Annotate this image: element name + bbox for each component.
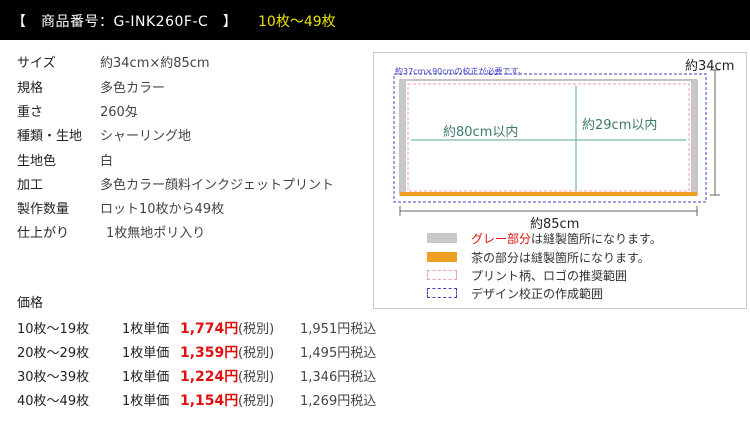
quantity-range-label: 10枚〜49枚: [258, 14, 336, 30]
spec-value-size: 約34cm×約85cm: [100, 56, 210, 71]
price-tax-included: 1,346円税込: [300, 370, 377, 385]
spec-value-standard: 多色カラー: [100, 81, 166, 96]
price-range: 40枚〜49枚: [17, 394, 90, 409]
spec-label-size: サイズ: [17, 56, 56, 71]
print-height-label: 約29cm以内: [582, 118, 658, 133]
spec-value-quantity: ロット10枚から49枚: [100, 202, 225, 217]
legend-orange-seam: 茶の部分は縫製箇所になります。: [427, 249, 727, 267]
price-row: 30枚〜39枚 1枚単価 1,224円 (税別) 1,346円税込: [17, 366, 437, 386]
unit-price-label: 1枚単価: [122, 394, 170, 409]
legend-gray-seam: グレー部分は縫製箇所になります。: [427, 230, 727, 248]
proof-note: 約37cm×90cmの校正が必要です。: [395, 67, 526, 76]
price-tax-included: 1,269円税込: [300, 394, 377, 409]
price-row: 40枚〜49枚 1枚単価 1,154円 (税別) 1,269円税込: [17, 390, 437, 410]
spec-value-finish: 1枚無地ポリ入り: [106, 226, 206, 241]
legend-proof-area: デザイン校正の作成範囲: [427, 285, 727, 303]
orange-swatch: [427, 252, 457, 262]
spec-value-fabric: シャーリング地: [100, 129, 192, 144]
price-tax-excluded: 1,359円: [180, 345, 239, 361]
gray-seam-left: [400, 80, 406, 195]
price-tax-included: 1,495円税込: [300, 346, 377, 361]
spec-label-processing: 加工: [17, 178, 44, 193]
tax-excluded-note: (税別): [238, 322, 275, 337]
tax-excluded-note: (税別): [238, 394, 275, 409]
size-diagram-panel: 約37cm×90cmの校正が必要です。 約34cm 約80cm以内 約29cm以…: [373, 52, 747, 309]
print-width-label: 約80cm以内: [443, 125, 519, 140]
price-range: 10枚〜19枚: [17, 322, 90, 337]
spec-label-standard: 規格: [17, 81, 44, 96]
price-range: 30枚〜39枚: [17, 370, 90, 385]
spec-label-fabric: 種類・生地: [17, 129, 83, 144]
unit-price-label: 1枚単価: [122, 370, 170, 385]
pink-dashed-swatch: [427, 270, 457, 280]
gray-swatch: [427, 233, 457, 243]
height-label: 約34cm: [685, 59, 735, 74]
price-tax-excluded: 1,154円: [180, 393, 239, 409]
spec-value-processing: 多色カラー顔料インクジェットプリント: [100, 178, 335, 193]
product-number-title: 【 商品番号：G-INK260F-C 】: [12, 14, 238, 30]
towel-diagram: [393, 69, 720, 216]
tax-excluded-note: (税別): [238, 370, 275, 385]
legend-proof-text: デザイン校正の作成範囲: [471, 287, 604, 301]
legend-gray-highlight: グレー部分: [471, 232, 532, 246]
blue-dashed-swatch: [427, 288, 457, 298]
legend-orange-text: 茶の部分は縫製箇所になります。: [471, 251, 650, 265]
price-range: 20枚〜29枚: [17, 346, 90, 361]
tax-excluded-note: (税別): [238, 346, 275, 361]
price-heading: 価格: [17, 296, 44, 311]
unit-price-label: 1枚単価: [122, 322, 170, 337]
spec-label-quantity: 製作数量: [17, 202, 70, 217]
unit-price-label: 1枚単価: [122, 346, 170, 361]
product-header: 【 商品番号：G-INK260F-C 】 10枚〜49枚: [0, 0, 750, 40]
spec-label-fabric-color: 生地色: [17, 154, 57, 169]
price-tax-excluded: 1,774円: [180, 321, 239, 337]
price-tax-included: 1,951円税込: [300, 322, 377, 337]
price-tax-excluded: 1,224円: [180, 369, 239, 385]
legend-gray-text: は縫製箇所になります。: [531, 232, 662, 246]
orange-seam-bottom: [400, 192, 697, 196]
spec-value-weight: 260匁: [100, 105, 138, 120]
price-row: 20枚〜29枚 1枚単価 1,359円 (税別) 1,495円税込: [17, 342, 437, 362]
gray-seam-right: [691, 80, 697, 195]
price-row: 10枚〜19枚 1枚単価 1,774円 (税別) 1,951円税込: [17, 318, 437, 338]
spec-label-weight: 重さ: [17, 105, 44, 120]
legend-print-text: プリント柄、ロゴの推奨範囲: [471, 269, 628, 283]
spec-label-finish: 仕上がり: [17, 226, 70, 241]
spec-value-fabric-color: 白: [100, 154, 114, 169]
legend-print-area: プリント柄、ロゴの推奨範囲: [427, 267, 727, 285]
